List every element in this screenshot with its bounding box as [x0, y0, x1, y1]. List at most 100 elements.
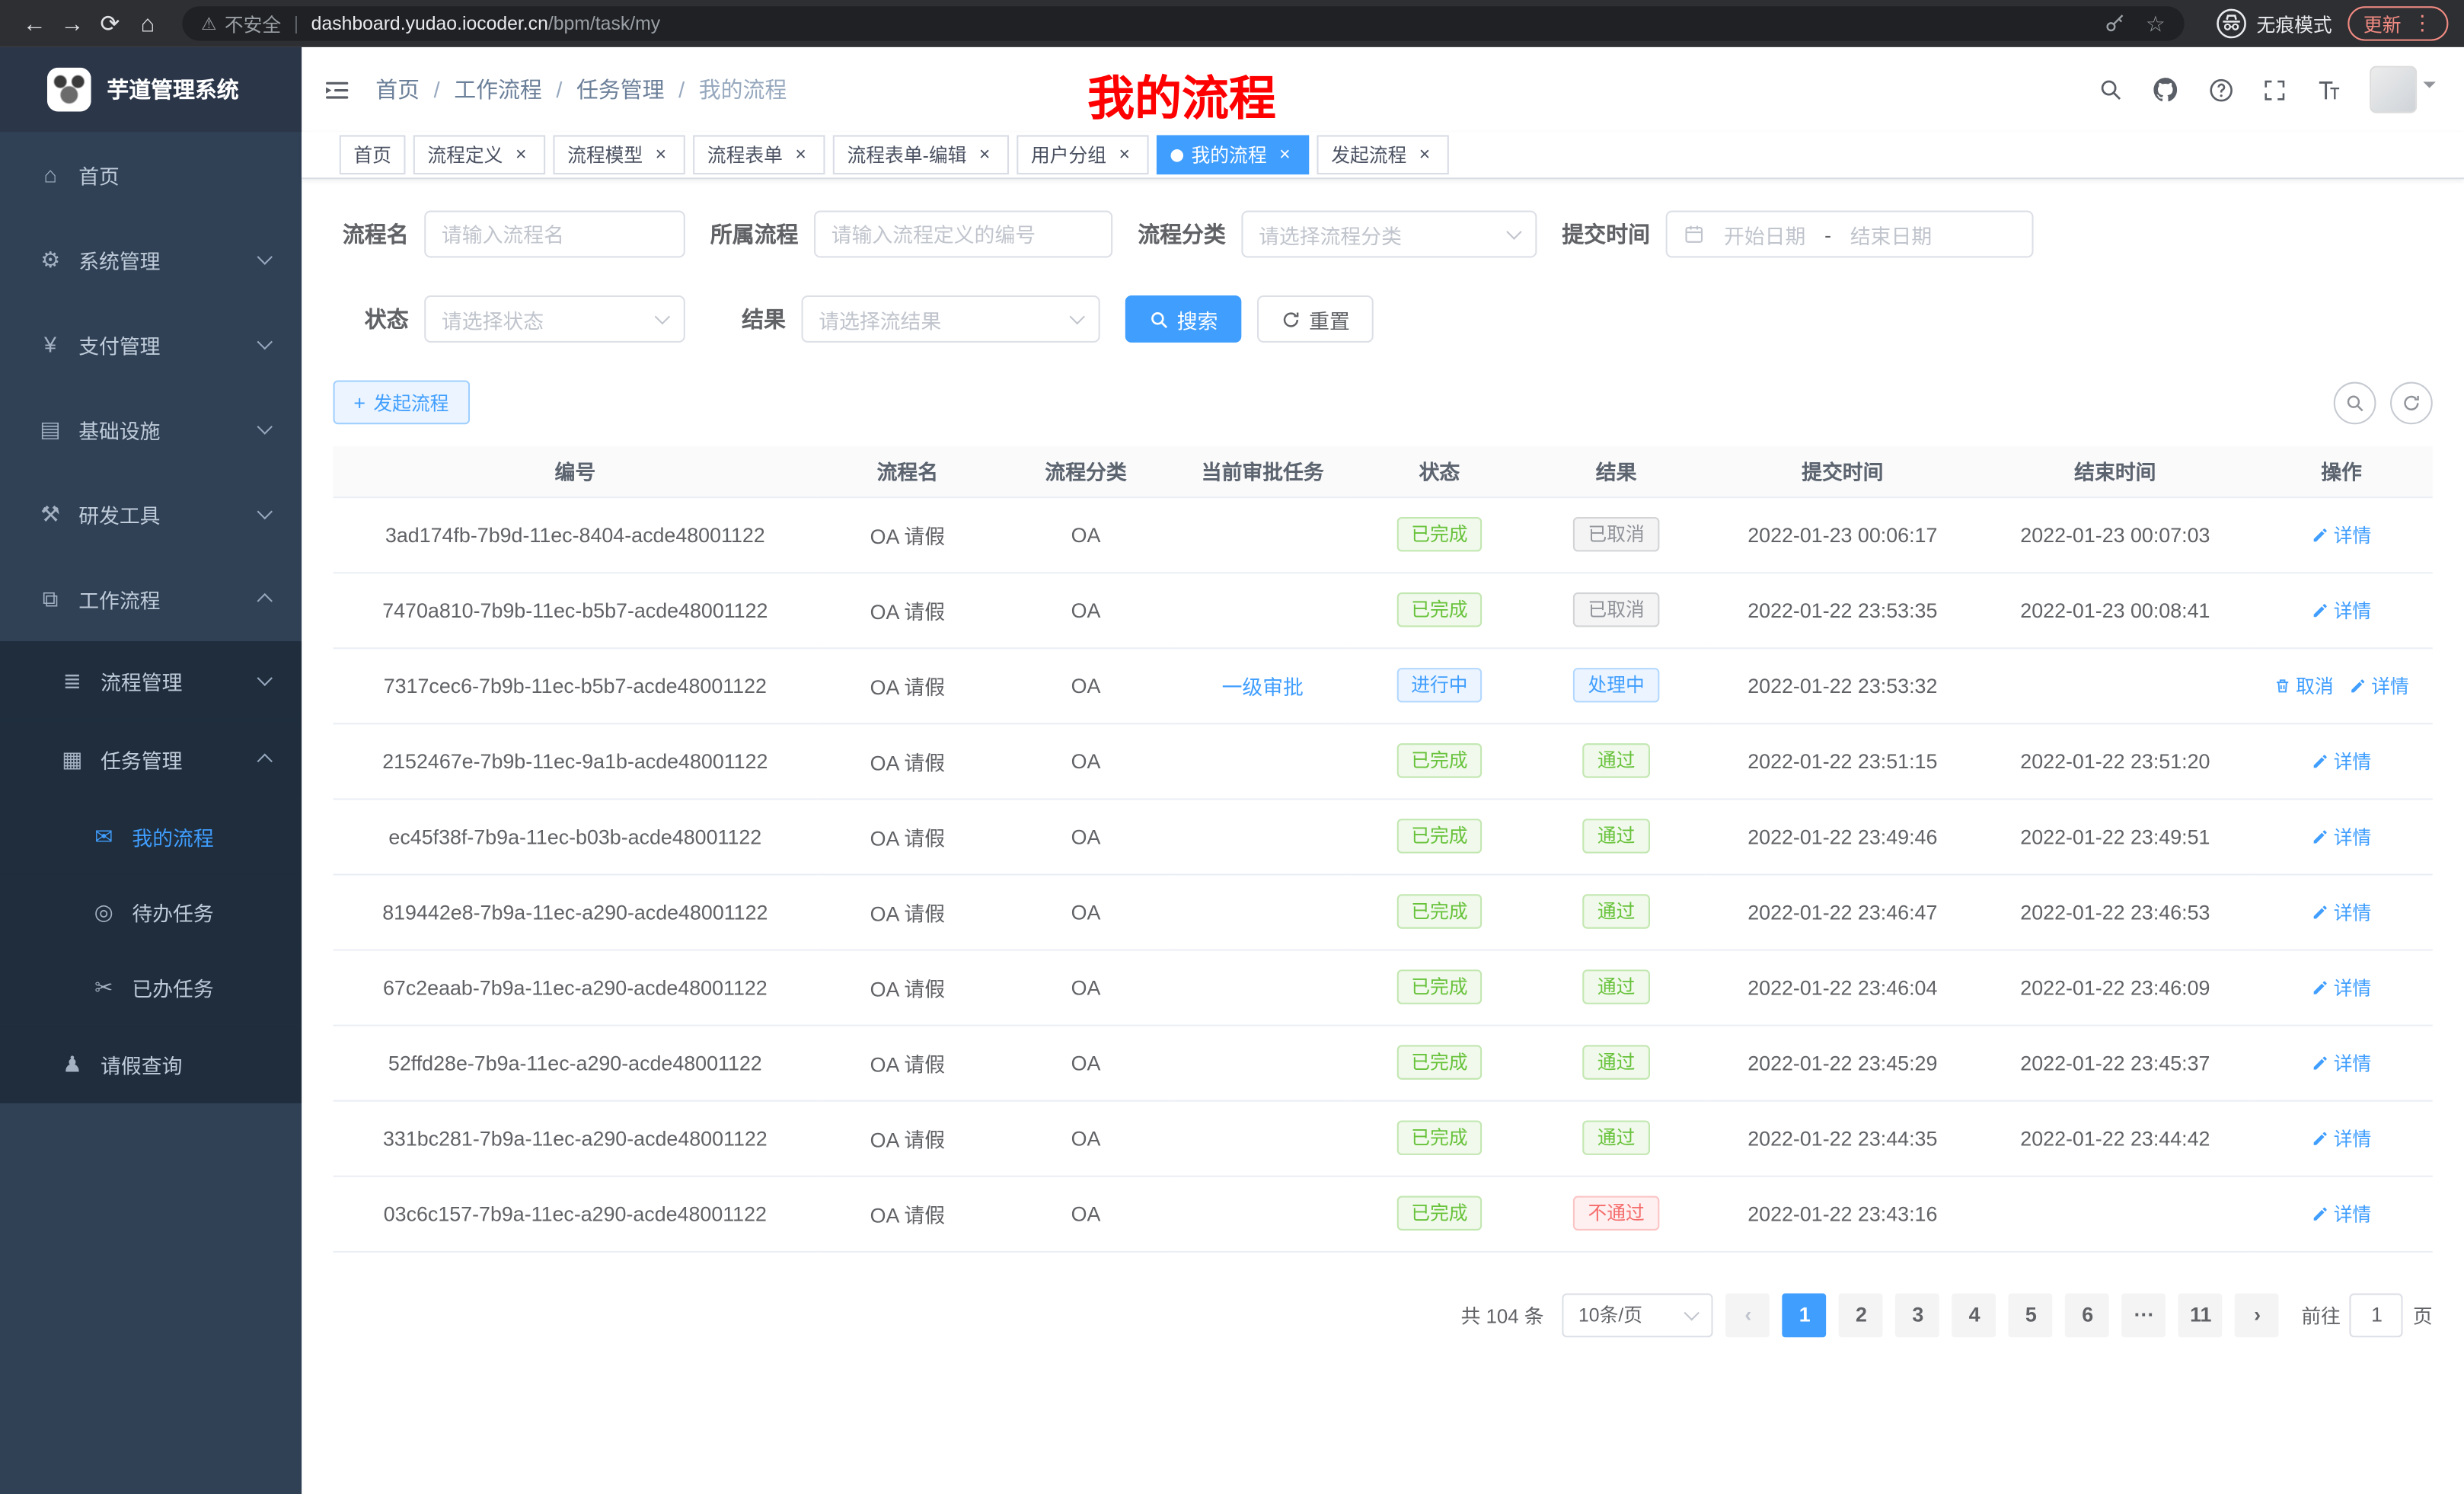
search-toggle-button[interactable]	[2334, 381, 2376, 423]
detail-link[interactable]: 详情	[2312, 1200, 2371, 1227]
sidebar-item-2[interactable]: ¥支付管理	[0, 302, 302, 386]
reset-button[interactable]: 重置	[1257, 295, 1374, 343]
row-process-name: OA 请假	[817, 723, 997, 798]
incognito-badge[interactable]: 无痕模式	[2216, 8, 2332, 39]
sidebar-item-3[interactable]: ▤基础设施	[0, 387, 302, 471]
goto-prefix: 前往	[2301, 1300, 2341, 1330]
browser-back-button[interactable]: ←	[16, 5, 54, 43]
font-size-icon[interactable]	[2315, 76, 2341, 103]
cancel-link[interactable]: 取消	[2274, 672, 2333, 698]
table-row: 7317cec6-7b9b-11ec-b5b7-acde48001122OA 请…	[334, 647, 2433, 723]
tab-3[interactable]: 流程表单×	[693, 135, 825, 174]
close-icon[interactable]: ×	[1275, 145, 1295, 165]
detail-link[interactable]: 详情	[2312, 822, 2371, 849]
sidebar-item-9[interactable]: ◎待办任务	[0, 873, 302, 949]
detail-link[interactable]: 详情	[2312, 521, 2371, 547]
row-status: 已完成	[1352, 950, 1527, 1025]
pagination-page-button[interactable]: 1	[1783, 1292, 1827, 1336]
browser-home-button[interactable]: ⌂	[129, 5, 167, 43]
result-select[interactable]: 请选择流结果	[802, 295, 1100, 343]
sidebar-item-5[interactable]: ⧉工作流程	[0, 557, 302, 641]
process-manage-icon: ≣	[59, 667, 85, 694]
breadcrumb-item[interactable]: 工作流程	[454, 74, 542, 105]
create-process-button[interactable]: + 发起流程	[334, 380, 470, 424]
github-icon[interactable]	[2151, 75, 2179, 104]
breadcrumb-item[interactable]: 任务管理	[576, 74, 665, 105]
detail-link[interactable]: 详情	[2312, 596, 2371, 623]
sidebar-item-0[interactable]: ⌂首页	[0, 132, 302, 216]
address-bar[interactable]: ⚠ 不安全 | dashboard.yudao.iocoder.cn /bpm/…	[182, 6, 2184, 40]
detail-link[interactable]: 详情	[2312, 747, 2371, 774]
detail-link[interactable]: 详情	[2312, 974, 2371, 1001]
tab-1[interactable]: 流程定义×	[413, 135, 545, 174]
pagination-page-button[interactable]: 11	[2178, 1292, 2223, 1336]
search-button[interactable]: 搜索	[1125, 295, 1242, 343]
bookmark-star-icon[interactable]: ☆	[2146, 10, 2166, 37]
pagination-page-button[interactable]: 6	[2066, 1292, 2110, 1336]
close-icon[interactable]: ×	[975, 145, 995, 165]
row-actions: 详情	[2250, 873, 2432, 949]
sidebar-item-1[interactable]: ⚙系统管理	[0, 217, 302, 302]
breadcrumb-item[interactable]: 首页	[375, 74, 420, 105]
tab-label: 流程表单-编辑	[847, 142, 967, 168]
tab-7[interactable]: 发起流程 ×	[1317, 135, 1449, 174]
category-select[interactable]: 请选择流程分类	[1241, 211, 1537, 258]
pagination-next-button[interactable]: ›	[2236, 1292, 2280, 1336]
help-icon[interactable]	[2208, 76, 2235, 103]
table-row: 03c6c157-7b9a-11ec-a290-acde48001122OA 请…	[334, 1176, 2433, 1251]
browser-forward-button[interactable]: →	[53, 5, 91, 43]
close-icon[interactable]: ×	[651, 145, 672, 165]
tab-0[interactable]: 首页	[340, 135, 406, 174]
tab-4[interactable]: 流程表单-编辑 ×	[833, 135, 1009, 174]
status-select[interactable]: 请选择状态	[424, 295, 685, 343]
sidebar-item-label: 请假查询	[101, 1049, 182, 1079]
sidebar-item-10[interactable]: ✂已办任务	[0, 950, 302, 1025]
browser-reload-button[interactable]: ⟳	[91, 5, 129, 43]
tab-2[interactable]: 流程模型×	[554, 135, 685, 174]
tab-label: 发起流程	[1331, 142, 1406, 168]
pagination-prev-button[interactable]: ‹	[1726, 1292, 1770, 1336]
process-definition-input[interactable]	[814, 211, 1112, 258]
page-size-select[interactable]: 10条/页	[1562, 1292, 1713, 1336]
tab-5[interactable]: 用户分组×	[1017, 135, 1148, 174]
row-status: 已完成	[1352, 496, 1527, 572]
sidebar-item-7[interactable]: ▦任务管理	[0, 720, 302, 798]
refresh-button[interactable]	[2390, 381, 2433, 423]
kebab-menu-icon[interactable]: ⋮	[2412, 11, 2433, 36]
pagination-page-button[interactable]: 2	[1840, 1292, 1884, 1336]
select-placeholder: 请选择流结果	[819, 304, 941, 334]
pagination-page-button[interactable]: 5	[2009, 1292, 2054, 1336]
date-range-picker[interactable]: 开始日期 - 结束日期	[1666, 211, 2034, 258]
sidebar-item-label: 工作流程	[78, 584, 160, 614]
process-name-input[interactable]	[424, 211, 685, 258]
pagination-page-button[interactable]: 4	[1952, 1292, 1996, 1336]
row-status: 已完成	[1352, 1025, 1527, 1100]
goto-page-input[interactable]	[2350, 1292, 2403, 1336]
devtools-icon: ⚒	[38, 500, 63, 527]
sidebar-toggle-button[interactable]	[324, 76, 350, 103]
sidebar-item-label: 流程管理	[101, 666, 182, 695]
fullscreen-icon[interactable]	[2263, 78, 2287, 101]
pagination-more-button[interactable]: ···	[2122, 1292, 2166, 1336]
breadcrumb-separator: /	[678, 77, 685, 102]
tab-6[interactable]: 我的流程×	[1157, 135, 1309, 174]
user-avatar[interactable]	[2370, 66, 2436, 113]
pagination-page-button[interactable]: 3	[1896, 1292, 1940, 1336]
sidebar-item-11[interactable]: ♟请假查询	[0, 1025, 302, 1103]
chevron-down-icon	[655, 309, 670, 324]
current-task-link[interactable]: 一级审批	[1222, 675, 1304, 698]
sidebar-item-4[interactable]: ⚒研发工具	[0, 471, 302, 556]
search-icon[interactable]	[2098, 77, 2123, 102]
detail-link[interactable]: 详情	[2312, 1125, 2371, 1151]
close-icon[interactable]: ×	[790, 145, 811, 165]
sidebar-item-6[interactable]: ≣ 流程管理	[0, 641, 302, 720]
close-icon[interactable]: ×	[511, 145, 531, 165]
detail-link[interactable]: 详情	[2349, 672, 2408, 698]
detail-link[interactable]: 详情	[2312, 1049, 2371, 1076]
key-icon[interactable]	[2105, 13, 2127, 35]
sidebar-item-8[interactable]: ✉我的流程	[0, 798, 302, 873]
close-icon[interactable]: ×	[1114, 145, 1135, 165]
detail-link[interactable]: 详情	[2312, 898, 2371, 924]
update-button[interactable]: 更新 ⋮	[2348, 6, 2448, 40]
close-icon[interactable]: ×	[1415, 145, 1435, 165]
